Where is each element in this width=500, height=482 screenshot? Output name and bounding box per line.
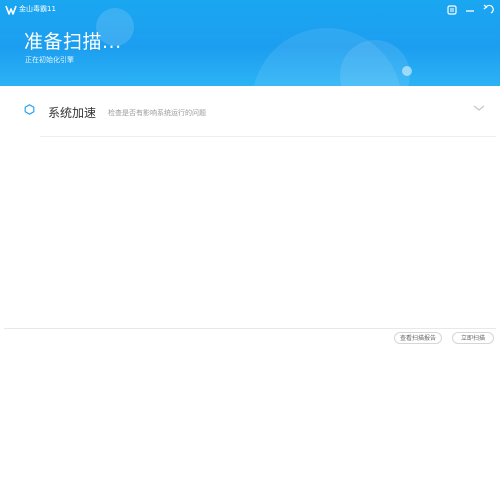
scan-now-button[interactable]: 立即扫描 (452, 332, 494, 344)
back-arrow-icon (483, 4, 494, 14)
settings-button[interactable] (444, 3, 460, 17)
chevron-down-icon[interactable] (472, 103, 486, 113)
scan-item-description: 检查是否有影响系统运行的问题 (108, 109, 206, 117)
view-report-button[interactable]: 查看扫描报告 (394, 332, 442, 344)
minimize-button[interactable] (462, 3, 478, 17)
app-logo-icon (5, 5, 17, 15)
back-button[interactable] (480, 3, 496, 17)
scan-header: 金山毒霸11 准备扫描... 正在初始化引擎 (0, 0, 500, 86)
scan-status-title: 准备扫描... (24, 31, 122, 53)
row-divider (40, 136, 496, 137)
minimize-icon (466, 10, 474, 12)
scan-item-label: 系统加速 (48, 106, 97, 120)
scan-status-subtitle: 正在初始化引擎 (25, 56, 74, 64)
app-title: 金山毒霸11 (19, 5, 56, 13)
gear-icon (447, 5, 457, 15)
hexagon-status-icon (24, 104, 35, 115)
footer-divider (4, 328, 496, 329)
decorative-bubble (402, 66, 412, 76)
